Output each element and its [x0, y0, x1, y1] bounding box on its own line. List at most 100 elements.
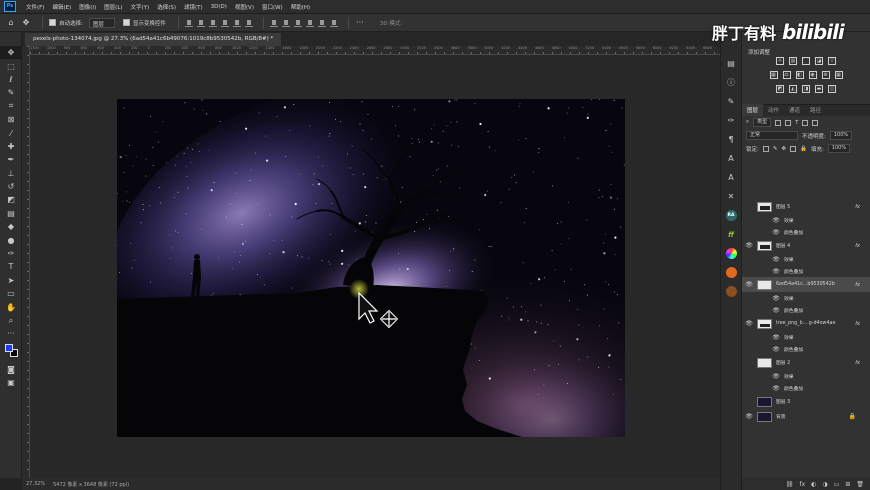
- screen-mode-icon[interactable]: ▣: [0, 376, 22, 389]
- show-transform-checkbox[interactable]: [122, 19, 130, 26]
- brush-presets-icon[interactable]: ✑: [721, 111, 741, 130]
- tab-layers[interactable]: 图层: [742, 104, 764, 116]
- info-panel-icon[interactable]: ⓘ: [721, 73, 741, 92]
- distribute-hcenter-icon[interactable]: [317, 19, 326, 27]
- document-image[interactable]: [117, 99, 625, 437]
- menu-window[interactable]: 窗口(W): [258, 3, 287, 11]
- layer-effect-row[interactable]: 👁 颜色叠加: [742, 265, 870, 277]
- align-top-icon[interactable]: [184, 19, 193, 27]
- color-balance-icon[interactable]: ⚖: [782, 71, 791, 79]
- new-layer-icon[interactable]: ⊞: [845, 481, 850, 488]
- color-swatches[interactable]: [0, 341, 22, 363]
- eye-icon[interactable]: 👁: [772, 372, 780, 380]
- brush-tool-icon[interactable]: ✒: [0, 153, 22, 166]
- layer-row-selected[interactable]: 👁 6ad54a41c...b9530542b fx: [742, 277, 870, 292]
- visibility-off-icon[interactable]: [745, 398, 753, 406]
- more-tools-icon[interactable]: ···: [0, 327, 22, 340]
- hand-tool-icon[interactable]: ✋: [0, 300, 22, 313]
- layer-effects-row[interactable]: 👁 效果: [742, 331, 870, 343]
- lock-all-icon[interactable]: 🔒: [800, 146, 807, 152]
- layer-effect-row[interactable]: 👁 颜色叠加: [742, 304, 870, 316]
- move-tool-icon[interactable]: ✥: [21, 18, 31, 28]
- curves-icon[interactable]: ⌒: [802, 57, 810, 65]
- align-bottom-icon[interactable]: [208, 19, 217, 27]
- photo-filter-icon[interactable]: ◉: [808, 71, 817, 79]
- menu-file[interactable]: 文件(F): [22, 3, 48, 11]
- align-right-icon[interactable]: [244, 19, 253, 27]
- zoom-tool-icon[interactable]: ⌕: [0, 314, 22, 327]
- fx-icon[interactable]: fx: [855, 204, 860, 210]
- fill-input[interactable]: 100%: [827, 144, 851, 153]
- path-select-icon[interactable]: ➤: [0, 274, 22, 287]
- new-group-icon[interactable]: ▭: [834, 481, 840, 488]
- align-hcenter-icon[interactable]: [232, 19, 241, 27]
- layer-effect-row[interactable]: 👁 颜色叠加: [742, 226, 870, 238]
- layer-row[interactable]: 图层 3: [742, 394, 870, 409]
- auto-select-dropdown[interactable]: 图层: [88, 17, 115, 28]
- menu-filter[interactable]: 滤镜(T): [180, 3, 207, 11]
- layer-row[interactable]: 👁 图层 4 fx: [742, 238, 870, 253]
- fx-icon[interactable]: fx: [855, 243, 860, 249]
- filter-shape-icon[interactable]: [802, 119, 809, 126]
- eye-icon[interactable]: 👁: [772, 384, 780, 392]
- gradient-map-icon[interactable]: ▬: [815, 85, 823, 93]
- history-panel-icon[interactable]: ▤: [721, 54, 741, 73]
- black-white-icon[interactable]: ◧: [795, 71, 804, 79]
- fx-icon[interactable]: fx: [855, 282, 860, 288]
- distribute-bottom-icon[interactable]: [293, 19, 302, 27]
- vibrance-icon[interactable]: ▽: [828, 57, 836, 65]
- tools-panel-icon[interactable]: ✕: [721, 187, 741, 206]
- layer-row[interactable]: 👁 tree_png_b....g-d4ow4ae fx: [742, 316, 870, 331]
- blur-tool-icon[interactable]: ◆: [0, 220, 22, 233]
- layer-filter-dropdown[interactable]: 类型: [753, 118, 772, 127]
- gradient-tool-icon[interactable]: ▤: [0, 207, 22, 220]
- visibility-off-icon[interactable]: [745, 203, 753, 211]
- menu-type[interactable]: 文字(Y): [127, 3, 154, 11]
- layer-effects-row[interactable]: 👁 效果: [742, 253, 870, 265]
- layer-effect-row[interactable]: 👁 颜色叠加: [742, 343, 870, 355]
- align-left-icon[interactable]: [220, 19, 229, 27]
- filter-pixel-icon[interactable]: [775, 119, 782, 126]
- healing-brush-icon[interactable]: ✚: [0, 140, 22, 153]
- crop-tool-icon[interactable]: ⌗: [0, 100, 22, 113]
- selective-color-icon[interactable]: ◫: [828, 85, 836, 93]
- filter-smart-icon[interactable]: [812, 119, 819, 126]
- layer-effects-row[interactable]: 👁 效果: [742, 214, 870, 226]
- menu-layer[interactable]: 图层(L): [100, 3, 126, 11]
- link-layers-icon[interactable]: ⛓: [786, 481, 794, 488]
- layer-row[interactable]: 图层 5 fx: [742, 199, 870, 214]
- plugin-orange-icon[interactable]: [721, 263, 741, 282]
- zoom-level[interactable]: 27.32%: [26, 481, 45, 487]
- dodge-tool-icon[interactable]: ●: [0, 233, 22, 246]
- align-vcenter-icon[interactable]: [196, 19, 205, 27]
- delete-layer-icon[interactable]: 🗑: [856, 481, 864, 488]
- blend-mode-dropdown[interactable]: 正常: [746, 131, 798, 140]
- distribute-left-icon[interactable]: [305, 19, 314, 27]
- ra-plugin-icon[interactable]: RA: [721, 206, 741, 225]
- glyphs-panel-icon[interactable]: A: [721, 168, 741, 187]
- eye-icon[interactable]: 👁: [772, 345, 780, 353]
- eye-icon[interactable]: 👁: [772, 216, 780, 224]
- visibility-off-icon[interactable]: [745, 359, 753, 367]
- eye-icon[interactable]: 👁: [772, 228, 780, 236]
- menu-help[interactable]: 帮助(H): [287, 3, 314, 11]
- filter-adjustment-icon[interactable]: [785, 119, 792, 126]
- menu-view[interactable]: 视图(V): [231, 3, 258, 11]
- eye-icon[interactable]: 👁: [745, 320, 753, 328]
- move-tool-icon[interactable]: ✥: [0, 46, 22, 60]
- eraser-tool-icon[interactable]: ◩: [0, 193, 22, 206]
- layer-row[interactable]: 图层 2 fx: [742, 355, 870, 370]
- canvas-area[interactable]: [30, 55, 720, 478]
- color-wheel-icon[interactable]: [721, 244, 741, 263]
- frame-tool-icon[interactable]: ⊠: [0, 113, 22, 126]
- document-tab[interactable]: pexels-photo-134074.jpg @ 27.3% (6ad54a4…: [25, 33, 282, 46]
- home-icon[interactable]: ⌂: [6, 18, 16, 28]
- tab-channels[interactable]: 通道: [784, 104, 805, 116]
- quick-select-tool-icon[interactable]: ✎: [0, 86, 22, 99]
- menu-edit[interactable]: 编辑(E): [48, 3, 75, 11]
- more-options-icon[interactable]: ···: [355, 18, 365, 28]
- color-lookup-icon[interactable]: ▦: [834, 71, 843, 79]
- lock-position-icon[interactable]: ✥: [781, 146, 786, 152]
- threshold-icon[interactable]: ◨: [802, 85, 810, 93]
- distribute-vcenter-icon[interactable]: [281, 19, 290, 27]
